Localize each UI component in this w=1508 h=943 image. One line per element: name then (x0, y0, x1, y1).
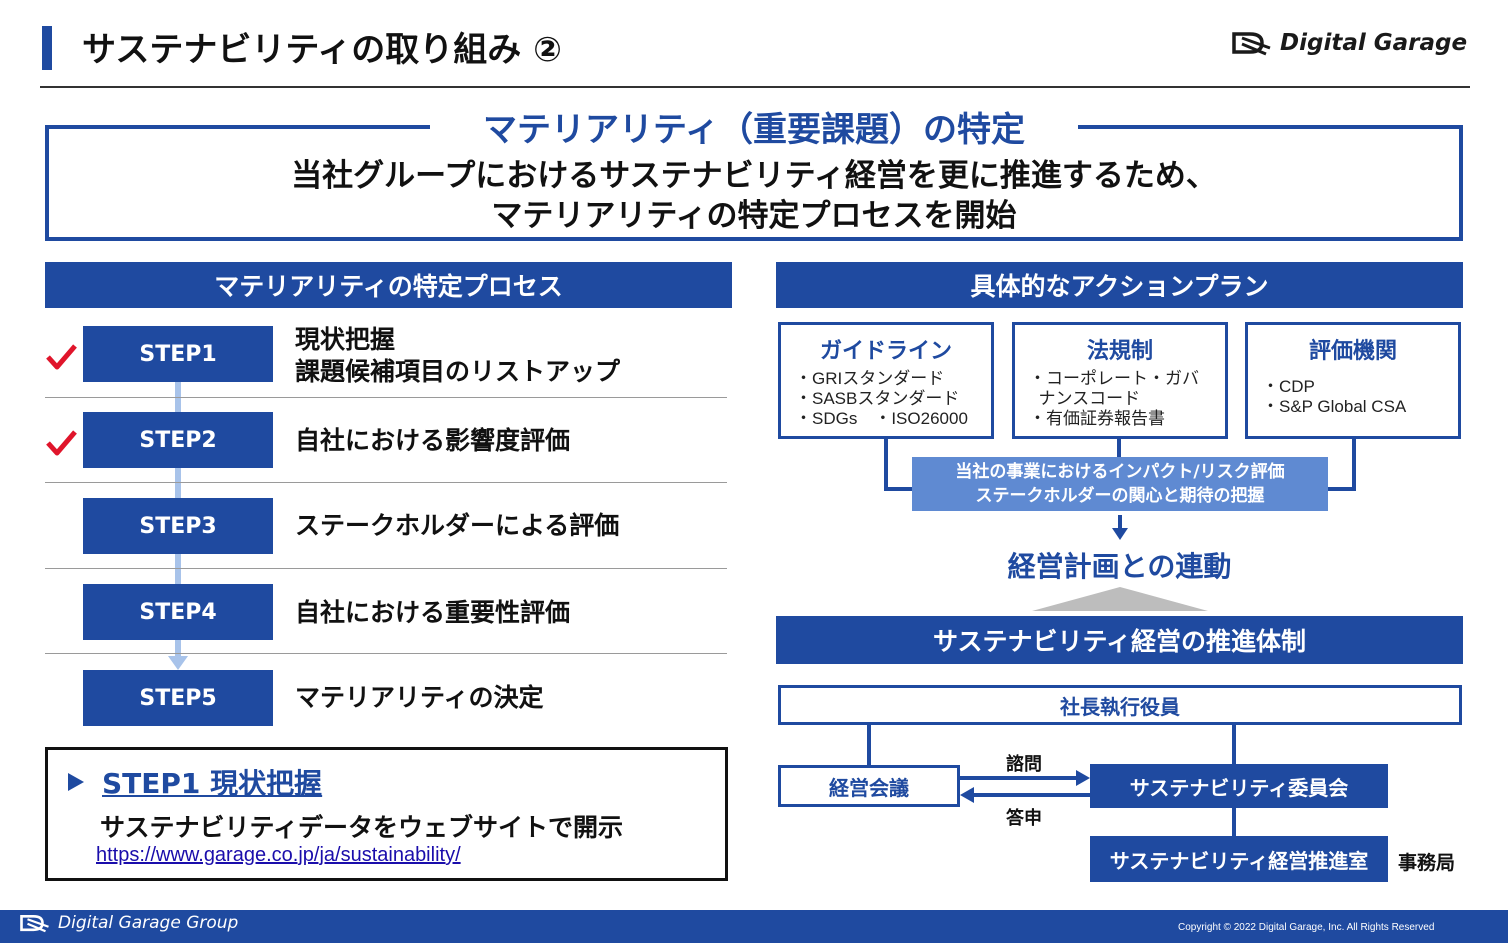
list-item: ・SASBスタンダード (795, 389, 960, 408)
bracket-right (1328, 439, 1356, 491)
arrow-left-icon (960, 787, 974, 803)
logo-text: Digital Garage (1280, 30, 1468, 56)
consult-label: 諮問 (1006, 754, 1042, 775)
bracket-left (884, 439, 912, 491)
consult-arrow-line (960, 776, 1078, 780)
intro-heading: マテリアリティ（重要課題）の特定 (430, 104, 1078, 150)
step-separator (45, 397, 727, 398)
secretariat-label: 事務局 (1398, 852, 1456, 874)
list-item: ・CDP (1262, 377, 1315, 396)
step-connector-arrow (168, 656, 188, 670)
step-separator (45, 568, 727, 569)
sustainability-link[interactable]: https://www.garage.co.jp/ja/sustainabili… (96, 844, 461, 867)
company-logo: Digital Garage (1232, 30, 1467, 56)
bracket-center-stem (1117, 439, 1121, 457)
regulation-card-title: 法規制 (1086, 339, 1153, 364)
list-item: ・S&P Global CSA (1262, 397, 1407, 416)
step3-box: STEP3 (83, 498, 273, 554)
management-plan-link-text: 経営計画との連動 (1007, 550, 1232, 583)
evaluation-line-2: ステークホルダーの関心と期待の把握 (975, 486, 1265, 506)
guideline-list: ・GRIスタンダード ・SASBスタンダード ・SDGs ・ISO26000 (795, 369, 968, 429)
triangle-right-icon (68, 773, 84, 791)
dg-logo-icon (1232, 32, 1271, 56)
sustainability-committee-box: サステナビリティ委員会 (1090, 764, 1388, 808)
page-title: サステナビリティの取り組み ② (82, 30, 562, 70)
org-line (1232, 725, 1236, 764)
arrow-down-icon (1112, 528, 1128, 540)
list-item: ナンスコード (1029, 389, 1141, 408)
step-separator (45, 482, 727, 483)
list-item: ・SDGs ・ISO26000 (795, 409, 968, 428)
step1-detail-description: サステナビリティデータをウェブサイトで開示 (100, 813, 624, 842)
step1-detail-heading: STEP1 現状把握 (68, 762, 322, 802)
check-icon (46, 430, 77, 456)
sustainability-office-box: サステナビリティ経営推進室 (1090, 836, 1388, 882)
step1-box: STEP1 (83, 326, 273, 382)
org-line (867, 725, 871, 765)
guideline-card-title: ガイドライン (819, 339, 952, 364)
step1-detail-title: STEP1 現状把握 (102, 767, 323, 800)
rating-agency-list: ・CDP ・S&P Global CSA (1262, 377, 1406, 417)
regulation-card: 法規制 ・コーポレート・ガバ ナンスコード ・有価証券報告書 (1012, 322, 1228, 439)
evaluation-box: 当社の事業におけるインパクト/リスク評価 ステークホルダーの関心と期待の把握 (912, 457, 1328, 511)
check-icon (46, 344, 77, 370)
process-header: マテリアリティの特定プロセス (45, 262, 732, 308)
step1-title: 現状把握 (295, 325, 396, 354)
list-item: ・コーポレート・ガバ (1029, 369, 1199, 388)
guideline-card: ガイドライン ・GRIスタンダード ・SASBスタンダード ・SDGs ・ISO… (778, 322, 994, 439)
step3-title: ステークホルダーによる評価 (295, 511, 620, 540)
dg-logo-icon (20, 914, 49, 933)
management-meeting-box: 経営会議 (778, 765, 960, 807)
step5-box: STEP5 (83, 670, 273, 726)
list-item: ・GRIスタンダード (795, 369, 945, 388)
header-divider (40, 86, 1470, 88)
footer-group-name: Digital Garage Group (58, 913, 239, 933)
system-header: サステナビリティ経営の推進体制 (776, 616, 1463, 664)
action-plan-header: 具体的なアクションプラン (776, 262, 1463, 308)
intro-line-1: 当社グループにおけるサステナビリティ経営を更に推進するため、 (291, 158, 1217, 194)
step5-title: マテリアリティの決定 (295, 683, 544, 712)
step2-title: 自社における影響度評価 (295, 426, 571, 455)
rating-agency-card: 評価機関 ・CDP ・S&P Global CSA (1245, 322, 1461, 439)
copyright-text: Copyright © 2022 Digital Garage, Inc. Al… (1178, 922, 1435, 933)
evaluation-line-1: 当社の事業におけるインパクト/リスク評価 (955, 462, 1285, 482)
step4-title: 自社における重要性評価 (295, 598, 571, 627)
step2-box: STEP2 (83, 412, 273, 468)
triangle-up-icon (1032, 587, 1208, 611)
arrow-right-icon (1076, 770, 1090, 786)
report-label: 答申 (1006, 808, 1042, 829)
step1-subtitle: 課題候補項目のリストアップ (295, 357, 621, 386)
step4-box: STEP4 (83, 584, 273, 640)
org-line (1232, 808, 1236, 836)
footer-logo: Digital Garage Group (20, 913, 238, 933)
ceo-box: 社長執行役員 (778, 685, 1462, 725)
title-accent-bar (42, 26, 52, 70)
intro-line-2: マテリアリティの特定プロセスを開始 (491, 198, 1017, 234)
list-item: ・有価証券報告書 (1029, 409, 1165, 428)
rating-agency-card-title: 評価機関 (1308, 339, 1397, 364)
step-separator (45, 653, 727, 654)
regulation-list: ・コーポレート・ガバ ナンスコード ・有価証券報告書 (1029, 369, 1199, 429)
report-arrow-line (974, 793, 1090, 797)
